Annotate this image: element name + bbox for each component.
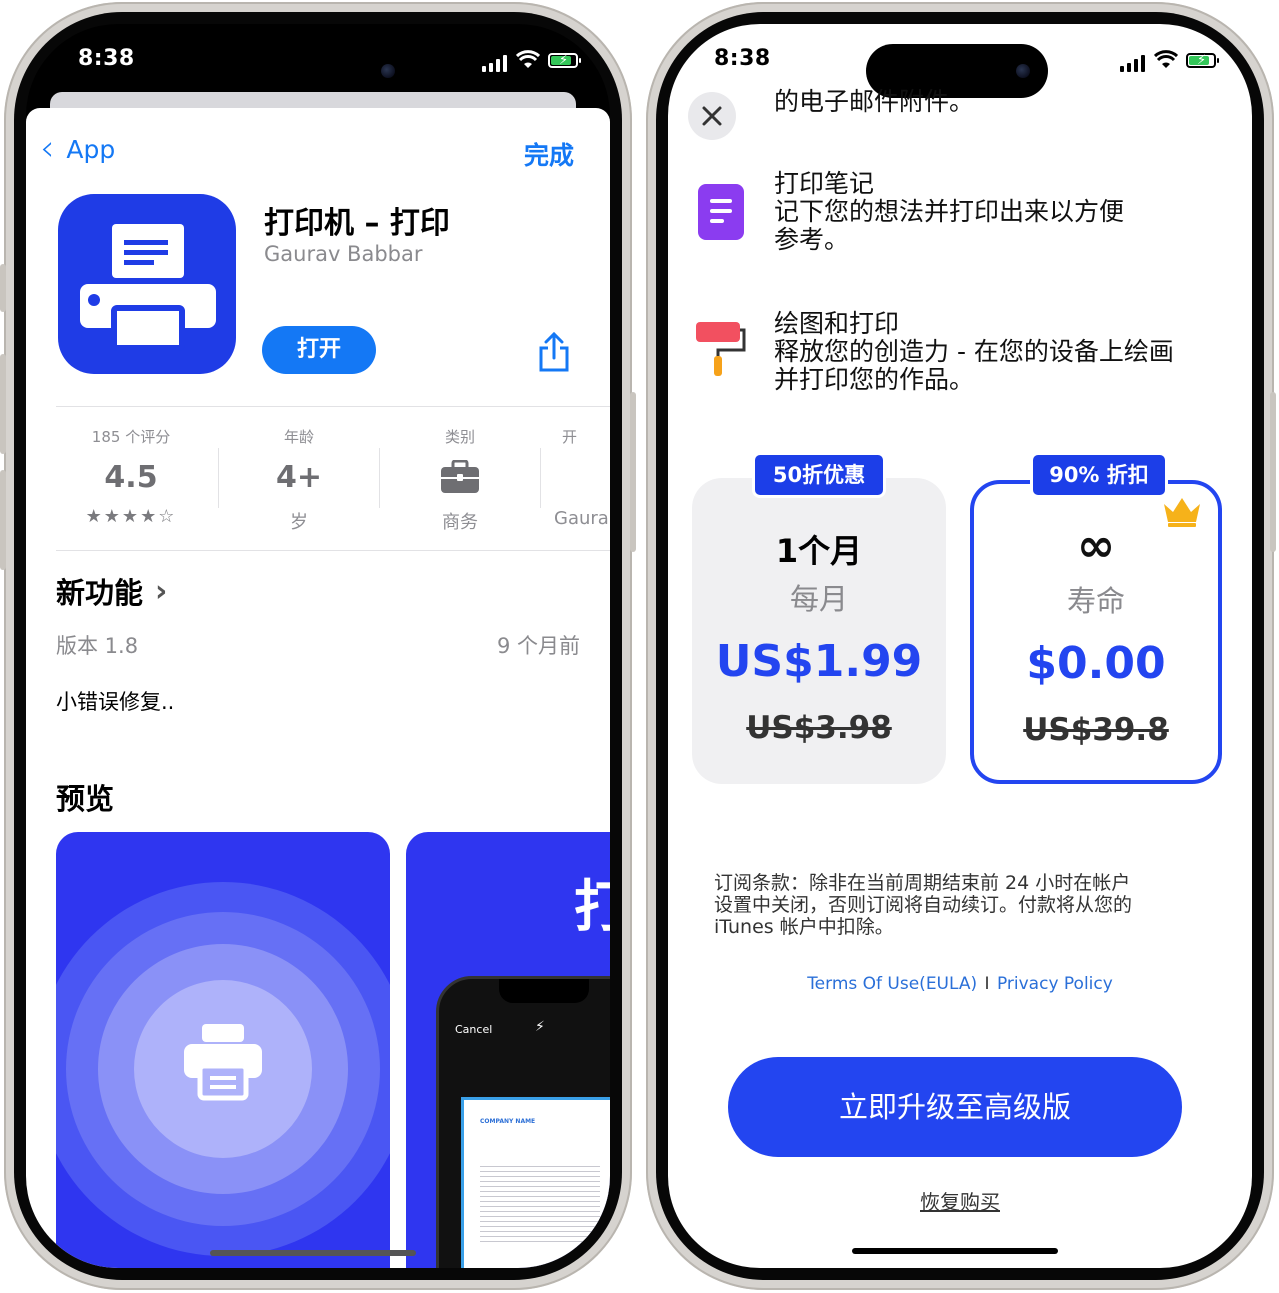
feature-title: 绘图和打印 bbox=[774, 309, 900, 338]
stat-label: 开 bbox=[562, 428, 578, 446]
age-unit: 岁 bbox=[290, 512, 308, 533]
terms-line: 设置中关闭，否则订阅将自动续订。付款将从您的 bbox=[714, 894, 1133, 916]
volume-down-button bbox=[0, 470, 6, 570]
printer-icon bbox=[184, 1024, 262, 1101]
home-indicator bbox=[852, 1248, 1058, 1254]
done-button[interactable]: 完成 bbox=[524, 136, 574, 172]
doc-company: COMPANY NAME bbox=[480, 1118, 536, 1125]
feature-desc: 并打印您的作品。 bbox=[774, 365, 975, 394]
app-name: 打印机 – 打印 bbox=[264, 206, 450, 241]
feature-desc: 释放您的创造力 - 在您的设备上绘画 bbox=[774, 337, 1174, 366]
right-phone-frame: 8:38 ⚡ 的电子邮件附件。 打印笔记 记下您的想法并打印出来以方便 参考。 … bbox=[646, 2, 1276, 1290]
plan-card-lifetime[interactable]: ∞ 寿命 $0.00 US$39.8 bbox=[970, 480, 1222, 784]
app-store-sheet: ‹ App 完成 打印机 – 打印 Gaurav Babbar 打开 185 个… bbox=[26, 108, 610, 1268]
whats-new-header[interactable]: 新功能 › bbox=[56, 570, 167, 612]
share-icon[interactable] bbox=[538, 332, 570, 372]
power-button bbox=[630, 392, 636, 552]
feature-desc: 记下您的想法并打印出来以方便 bbox=[774, 197, 1125, 226]
preview-phone-notch bbox=[499, 979, 589, 1003]
divider bbox=[218, 448, 219, 508]
preview-cancel: Cancel bbox=[455, 1023, 493, 1036]
wifi-icon bbox=[1154, 50, 1178, 68]
release-date: 9 个月前 bbox=[496, 634, 580, 658]
plan-card-monthly[interactable]: 1个月 每月 US$1.99 US$3.98 bbox=[692, 478, 946, 784]
app-icon bbox=[58, 194, 236, 374]
terms-line: 订阅条款：除非在当前周期结束前 24 小时在帐户 bbox=[714, 872, 1131, 894]
plan-original-price: US$39.8 bbox=[1023, 712, 1169, 748]
big-char: 打 bbox=[574, 875, 610, 940]
left-screen: 8:38 ⚡ ‹ App 完成 打印机 – 打印 Gaurav Babbar 打… bbox=[26, 24, 610, 1268]
plan-original-price: US$3.98 bbox=[746, 710, 892, 746]
volume-up-button bbox=[0, 354, 6, 454]
rating-value: 4.5 bbox=[104, 460, 158, 495]
status-time: 8:38 bbox=[714, 46, 771, 71]
power-button bbox=[1270, 392, 1276, 552]
chevron-right-icon: › bbox=[155, 573, 168, 609]
signal-icon bbox=[1120, 54, 1145, 72]
close-icon bbox=[702, 106, 722, 126]
open-button[interactable]: 打开 bbox=[262, 326, 376, 374]
briefcase-icon bbox=[441, 460, 479, 493]
rating-stars: ★★★★☆ bbox=[85, 506, 177, 527]
release-notes: 小错误修复.. bbox=[56, 690, 175, 714]
privacy-link[interactable]: Privacy Policy bbox=[997, 974, 1113, 994]
status-time: 8:38 bbox=[78, 46, 135, 71]
preview-phone: Cancel ⚡ COMPANY NAME bbox=[436, 976, 610, 1268]
printer-icon bbox=[80, 224, 216, 351]
plan-badge: 50折优惠 bbox=[752, 452, 886, 498]
link-separator: I bbox=[984, 974, 990, 994]
terms-line: iTunes 帐户中扣除。 bbox=[714, 916, 894, 938]
flash-icon: ⚡ bbox=[535, 1019, 545, 1035]
back-button[interactable]: ‹ App bbox=[40, 128, 116, 169]
front-camera bbox=[381, 64, 395, 78]
plan-badge: 90% 折扣 bbox=[1030, 452, 1168, 498]
note-icon bbox=[698, 184, 744, 240]
stat-label: 类别 bbox=[444, 428, 475, 446]
chevron-left-icon: ‹ bbox=[40, 128, 55, 169]
signal-icon bbox=[482, 54, 507, 72]
crown-icon bbox=[1164, 498, 1200, 527]
developer-name[interactable]: Gaurav Babbar bbox=[264, 242, 423, 266]
divider bbox=[56, 406, 610, 407]
age-value: 4+ bbox=[275, 460, 322, 495]
paint-roller-icon bbox=[696, 322, 746, 376]
left-phone-frame: 8:38 ⚡ ‹ App 完成 打印机 – 打印 Gaurav Babbar 打… bbox=[0, 2, 636, 1290]
feature-email-text: 的电子邮件附件。 bbox=[774, 87, 975, 116]
scanned-document: COMPANY NAME bbox=[461, 1097, 610, 1268]
front-camera bbox=[1016, 64, 1030, 78]
feature-title: 打印笔记 bbox=[774, 169, 875, 198]
battery-icon: ⚡ bbox=[1186, 53, 1219, 68]
side-button bbox=[0, 264, 6, 312]
preview-screenshot-1[interactable] bbox=[56, 832, 390, 1268]
plan-price: $0.00 bbox=[1026, 638, 1166, 689]
upgrade-button[interactable]: 立即升级至高级版 bbox=[728, 1057, 1182, 1157]
category-value: 商务 bbox=[442, 512, 478, 533]
stat-label: 185 个评分 bbox=[91, 428, 171, 446]
whats-new-title: 新功能 bbox=[56, 576, 144, 610]
eula-link[interactable]: Terms Of Use(EULA) bbox=[807, 974, 977, 994]
back-label: App bbox=[66, 134, 116, 164]
divider bbox=[56, 550, 610, 551]
doc-lines bbox=[480, 1162, 600, 1242]
restore-purchase-link[interactable]: 恢复购买 bbox=[668, 1186, 1252, 1215]
feature-desc: 参考。 bbox=[774, 225, 850, 254]
divider bbox=[379, 448, 380, 508]
plan-name: 1个月 bbox=[775, 532, 863, 570]
plan-period: 每月 bbox=[789, 582, 848, 616]
close-button[interactable] bbox=[688, 92, 736, 140]
plan-price: US$1.99 bbox=[715, 636, 923, 687]
wifi-icon bbox=[516, 50, 540, 68]
legal-links: Terms Of Use(EULA) I Privacy Policy bbox=[668, 974, 1252, 994]
subscription-terms: 订阅条款：除非在当前周期结束前 24 小时在帐户 设置中关闭，否则订阅将自动续订… bbox=[714, 872, 1210, 938]
preview-title: 预览 bbox=[56, 782, 115, 816]
preview-screenshot-2[interactable]: 打 Cancel ⚡ COMPANY NAME bbox=[406, 832, 610, 1268]
version-label: 版本 1.8 bbox=[56, 634, 139, 658]
developer-value: Gaura bbox=[554, 508, 609, 529]
divider bbox=[540, 448, 541, 508]
plan-period: 寿命 bbox=[1066, 584, 1125, 618]
right-screen: 8:38 ⚡ 的电子邮件附件。 打印笔记 记下您的想法并打印出来以方便 参考。 … bbox=[668, 24, 1252, 1268]
home-indicator bbox=[210, 1250, 416, 1256]
battery-icon: ⚡ bbox=[548, 53, 581, 68]
stat-label: 年龄 bbox=[283, 428, 314, 446]
